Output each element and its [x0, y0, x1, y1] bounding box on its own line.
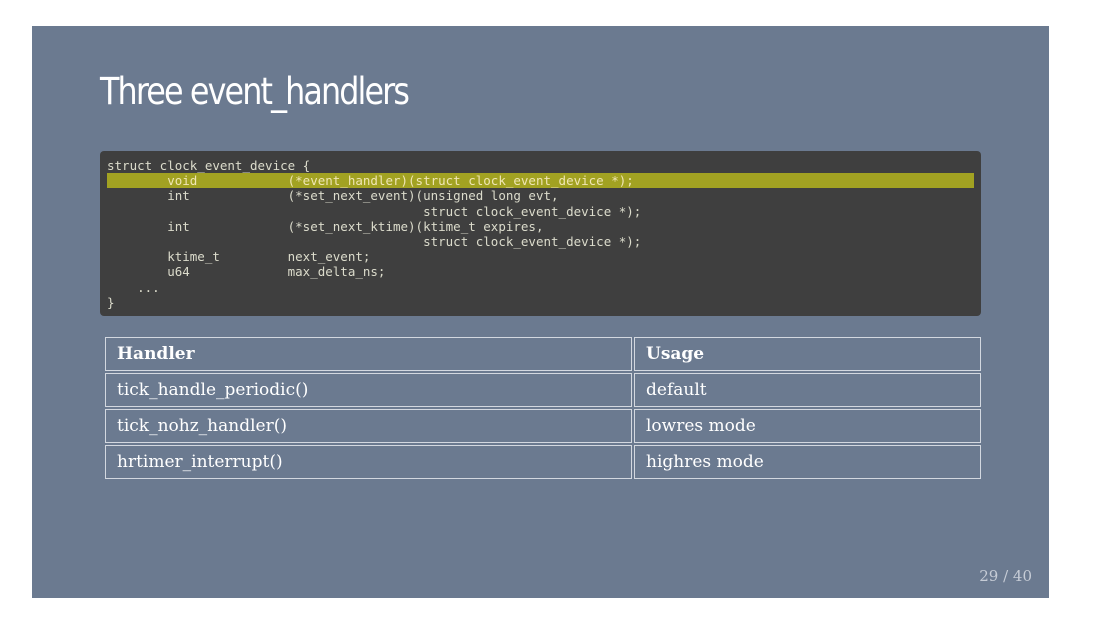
table-header-row: Handler Usage: [105, 337, 981, 371]
column-header-handler: Handler: [105, 337, 632, 371]
handler-cell: tick_handle_periodic(): [105, 373, 632, 407]
code-line-highlighted: void (*event_handler)(struct clock_event…: [107, 173, 974, 189]
slide-title: Three event_handlers: [100, 70, 410, 113]
code-line: u64 max_delta_ns;: [107, 264, 386, 280]
code-line: struct clock_event_device {: [107, 158, 311, 173]
usage-cell: highres mode: [634, 445, 981, 479]
column-header-usage: Usage: [634, 337, 981, 371]
code-line: int (*set_next_ktime)(ktime_t expires,: [107, 218, 544, 234]
handler-cell: tick_nohz_handler(): [105, 409, 632, 443]
page-number: 29 / 40: [979, 567, 1032, 585]
code-block: struct clock_event_device { void (*event…: [100, 151, 981, 316]
code-line: ktime_t next_event;: [107, 249, 371, 265]
code-line: struct clock_event_device *);: [107, 203, 642, 219]
usage-cell: default: [634, 373, 981, 407]
code-line: int (*set_next_event)(unsigned long evt,: [107, 188, 559, 204]
code-line: ...: [107, 279, 160, 295]
handler-cell: hrtimer_interrupt(): [105, 445, 632, 479]
usage-cell: lowres mode: [634, 409, 981, 443]
table-row: hrtimer_interrupt() highres mode: [105, 445, 981, 479]
table-row: tick_handle_periodic() default: [105, 373, 981, 407]
table-row: tick_nohz_handler() lowres mode: [105, 409, 981, 443]
code-line: struct clock_event_device *);: [107, 234, 642, 250]
handlers-table: Handler Usage tick_handle_periodic() def…: [103, 335, 983, 481]
code-line: }: [107, 294, 115, 310]
slide: Three event_handlers struct clock_event_…: [32, 26, 1049, 598]
